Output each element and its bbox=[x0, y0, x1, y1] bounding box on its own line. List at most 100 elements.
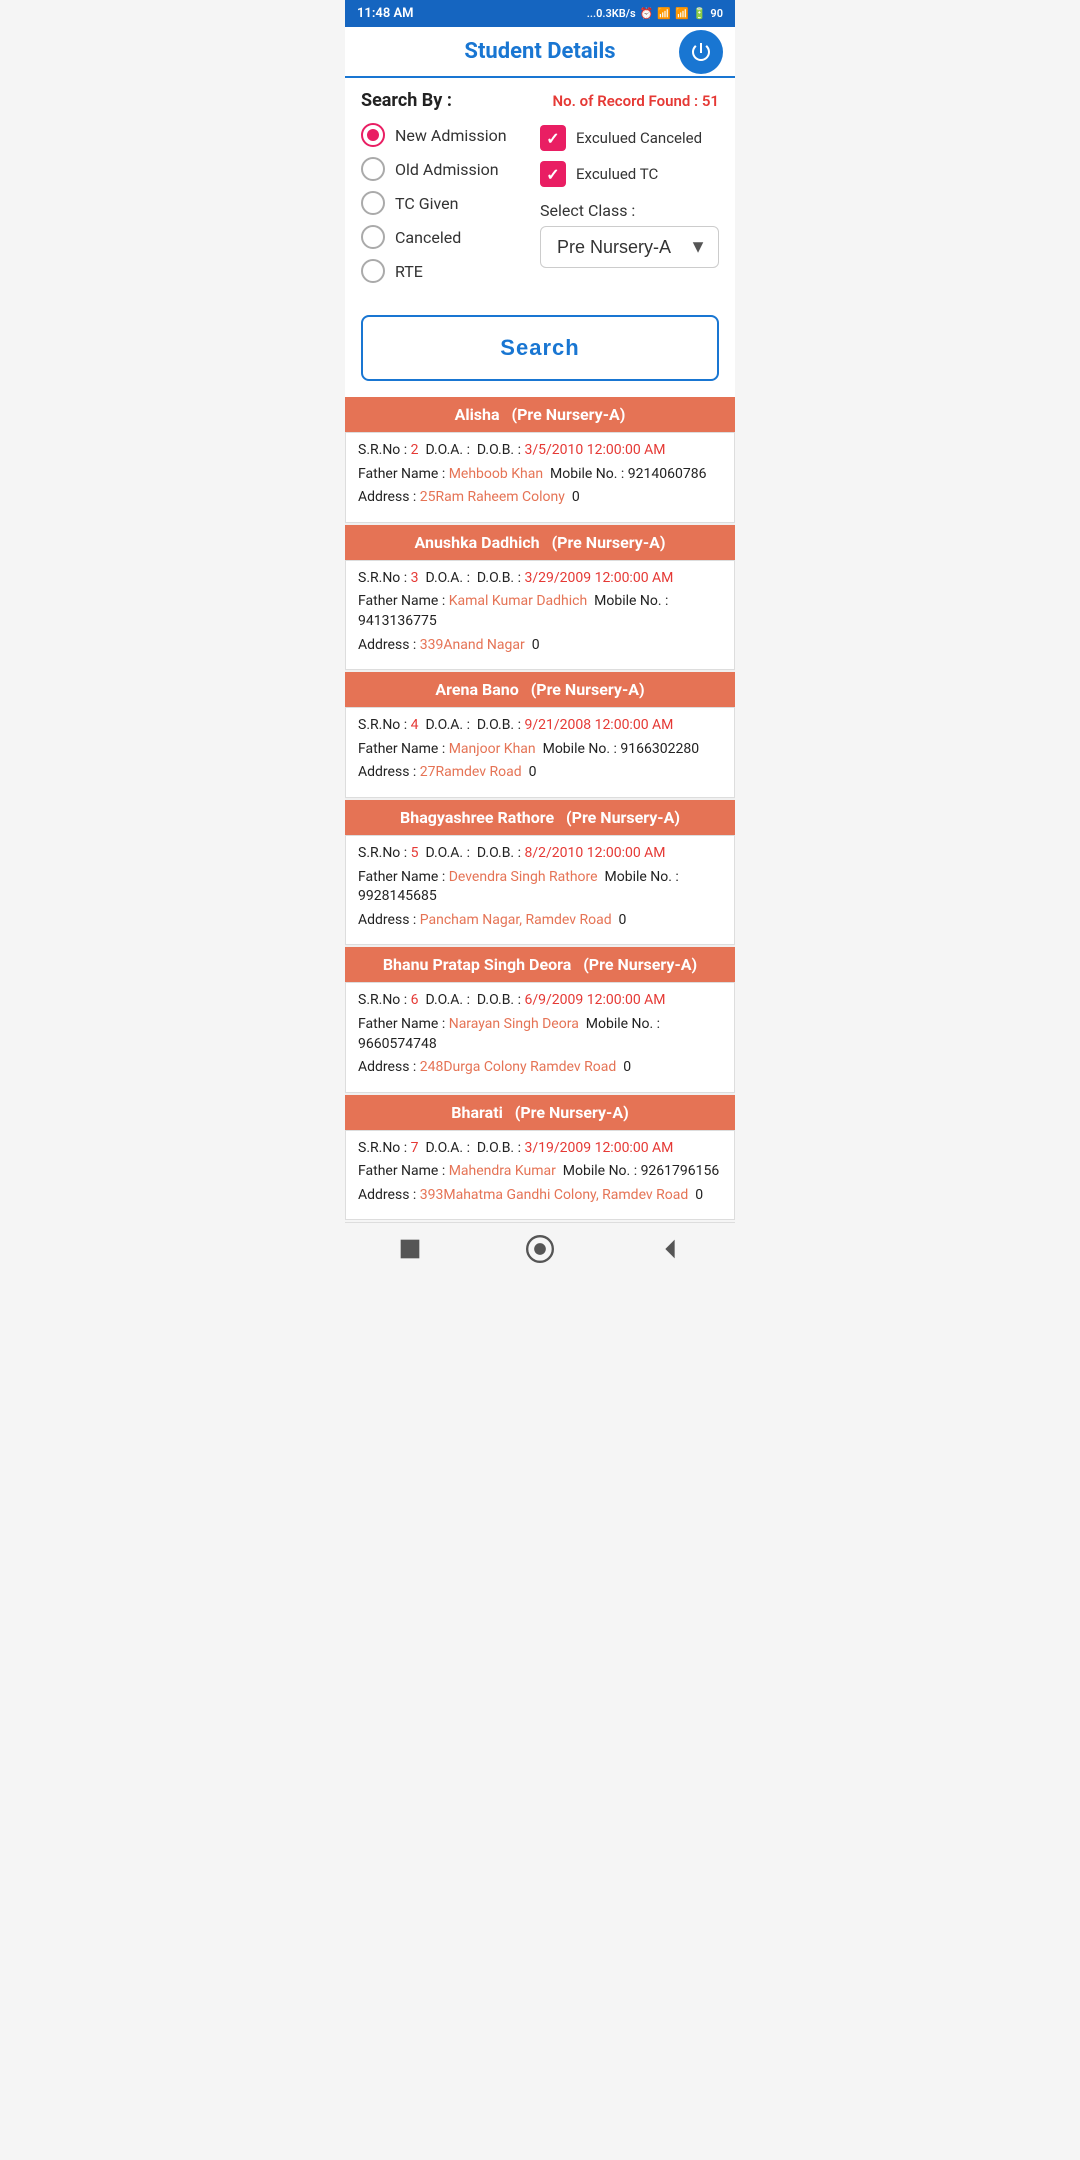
class-select-section: Select Class : Pre Nursery-APre Nursery-… bbox=[540, 201, 719, 268]
student-header: Anushka Dadhich (Pre Nursery-A) bbox=[345, 525, 735, 560]
student-header: Bhagyashree Rathore (Pre Nursery-A) bbox=[345, 800, 735, 835]
checkbox-col: ✓ Exculued Canceled ✓ Exculued TC Select… bbox=[540, 123, 719, 283]
checkmark-exculued-canceled: ✓ bbox=[546, 129, 559, 148]
class-dropdown-wrapper[interactable]: Pre Nursery-APre Nursery-BNursery-ANurse… bbox=[540, 226, 719, 268]
student-father-mobile: Father Name : Devendra Singh Rathore Mob… bbox=[358, 868, 722, 907]
student-header: Bhanu Pratap Singh Deora (Pre Nursery-A) bbox=[345, 947, 735, 982]
student-srno: 6 bbox=[411, 992, 419, 1008]
checkbox-label-exculued-tc: Exculued TC bbox=[576, 165, 658, 183]
checkbox-exculued-canceled[interactable]: ✓ Exculued Canceled bbox=[540, 125, 719, 151]
radio-options-col: New Admission Old Admission TC Given Can… bbox=[361, 123, 540, 283]
clock-icon: ⏰ bbox=[640, 7, 654, 20]
student-sr-dob: S.R.No : 4 D.O.A. : D.O.B. : 9/21/2008 1… bbox=[358, 716, 722, 736]
student-name: Arena Bano (Pre Nursery-A) bbox=[435, 680, 644, 699]
student-sr-dob: S.R.No : 3 D.O.A. : D.O.B. : 3/29/2009 1… bbox=[358, 569, 722, 589]
student-mobile: 9413136775 bbox=[358, 613, 437, 629]
student-address-value: 25Ram Raheem Colony bbox=[420, 489, 565, 505]
student-mobile: 9261796156 bbox=[641, 1163, 720, 1179]
student-body: S.R.No : 7 D.O.A. : D.O.B. : 3/19/2009 1… bbox=[345, 1130, 735, 1221]
app-header: Student Details bbox=[345, 27, 735, 78]
student-sr-dob: S.R.No : 5 D.O.A. : D.O.B. : 8/2/2010 12… bbox=[358, 844, 722, 864]
student-address-value: Pancham Nagar, Ramdev Road bbox=[420, 912, 612, 928]
student-extra: 0 bbox=[695, 1187, 703, 1203]
home-circle-icon bbox=[526, 1233, 554, 1265]
student-card: Bhanu Pratap Singh Deora (Pre Nursery-A)… bbox=[345, 947, 735, 1092]
student-extra: 0 bbox=[532, 637, 540, 653]
status-bar: 11:48 AM ...0.3KB/s ⏰ 📶 📶 🔋 90 bbox=[345, 0, 735, 27]
student-address: Address : 393Mahatma Gandhi Colony, Ramd… bbox=[358, 1186, 722, 1206]
student-sr-dob: S.R.No : 7 D.O.A. : D.O.B. : 3/19/2009 1… bbox=[358, 1139, 722, 1159]
radio-label-new-admission: New Admission bbox=[395, 126, 507, 145]
students-list: Alisha (Pre Nursery-A) S.R.No : 2 D.O.A.… bbox=[345, 397, 735, 1220]
student-dob: 3/29/2009 12:00:00 AM bbox=[524, 570, 673, 586]
power-button[interactable] bbox=[679, 30, 723, 74]
checkbox-box-exculued-tc: ✓ bbox=[540, 161, 566, 187]
student-body: S.R.No : 6 D.O.A. : D.O.B. : 6/9/2009 12… bbox=[345, 982, 735, 1092]
radio-new-admission[interactable]: New Admission bbox=[361, 123, 540, 147]
student-father-name: Kamal Kumar Dadhich bbox=[449, 593, 587, 609]
radio-old-admission[interactable]: Old Admission bbox=[361, 157, 540, 181]
student-header: Alisha (Pre Nursery-A) bbox=[345, 397, 735, 432]
student-dob: 3/19/2009 12:00:00 AM bbox=[524, 1140, 673, 1156]
radio-label-old-admission: Old Admission bbox=[395, 160, 499, 179]
student-body: S.R.No : 2 D.O.A. : D.O.B. : 3/5/2010 12… bbox=[345, 432, 735, 523]
radio-label-tc-given: TC Given bbox=[395, 194, 458, 213]
student-srno: 2 bbox=[411, 442, 419, 458]
student-address: Address : 248Durga Colony Ramdev Road 0 bbox=[358, 1058, 722, 1078]
status-time: 11:48 AM bbox=[357, 6, 414, 21]
student-address-value: 248Durga Colony Ramdev Road bbox=[420, 1059, 617, 1075]
battery-icon: 🔋 bbox=[693, 7, 707, 20]
student-extra: 0 bbox=[619, 912, 627, 928]
radio-rte[interactable]: RTE bbox=[361, 259, 540, 283]
student-mobile: 9928145685 bbox=[358, 888, 437, 904]
student-srno: 5 bbox=[411, 845, 419, 861]
student-name: Bhanu Pratap Singh Deora (Pre Nursery-A) bbox=[383, 955, 697, 974]
student-address-value: 393Mahatma Gandhi Colony, Ramdev Road bbox=[420, 1187, 689, 1203]
radio-circle-rte bbox=[361, 259, 385, 283]
student-srno: 4 bbox=[411, 717, 419, 733]
signal-icon: 📶 bbox=[657, 7, 671, 20]
options-grid: New Admission Old Admission TC Given Can… bbox=[361, 123, 719, 283]
student-father-mobile: Father Name : Narayan Singh Deora Mobile… bbox=[358, 1015, 722, 1054]
student-dob: 6/9/2009 12:00:00 AM bbox=[524, 992, 665, 1008]
student-name: Alisha (Pre Nursery-A) bbox=[455, 405, 626, 424]
student-extra: 0 bbox=[572, 489, 580, 505]
class-select-dropdown[interactable]: Pre Nursery-APre Nursery-BNursery-ANurse… bbox=[540, 226, 719, 268]
search-button[interactable]: Search bbox=[361, 315, 719, 381]
page-title: Student Details bbox=[464, 39, 615, 64]
radio-tc-given[interactable]: TC Given bbox=[361, 191, 540, 215]
student-father-mobile: Father Name : Mahendra Kumar Mobile No. … bbox=[358, 1162, 722, 1182]
student-dob: 3/5/2010 12:00:00 AM bbox=[524, 442, 665, 458]
network-speed: ...0.3KB/s bbox=[587, 7, 636, 20]
student-father-name: Devendra Singh Rathore bbox=[449, 869, 598, 885]
checkbox-label-exculued-canceled: Exculued Canceled bbox=[576, 129, 702, 147]
student-sr-dob: S.R.No : 6 D.O.A. : D.O.B. : 6/9/2009 12… bbox=[358, 991, 722, 1011]
student-mobile: 9660574748 bbox=[358, 1036, 437, 1052]
student-body: S.R.No : 4 D.O.A. : D.O.B. : 9/21/2008 1… bbox=[345, 707, 735, 798]
student-address: Address : 339Anand Nagar 0 bbox=[358, 636, 722, 656]
student-header: Bharati (Pre Nursery-A) bbox=[345, 1095, 735, 1130]
stop-button[interactable] bbox=[396, 1235, 424, 1263]
student-body: S.R.No : 3 D.O.A. : D.O.B. : 3/29/2009 1… bbox=[345, 560, 735, 670]
radio-canceled[interactable]: Canceled bbox=[361, 225, 540, 249]
wifi-icon: 📶 bbox=[675, 7, 689, 20]
student-father-mobile: Father Name : Kamal Kumar Dadhich Mobile… bbox=[358, 592, 722, 631]
radio-circle-new-admission bbox=[361, 123, 385, 147]
student-address: Address : 27Ramdev Road 0 bbox=[358, 763, 722, 783]
student-father-name: Manjoor Khan bbox=[449, 741, 536, 757]
radio-circle-old-admission bbox=[361, 157, 385, 181]
student-name: Bharati (Pre Nursery-A) bbox=[451, 1103, 628, 1122]
student-card: Alisha (Pre Nursery-A) S.R.No : 2 D.O.A.… bbox=[345, 397, 735, 523]
checkbox-exculued-tc[interactable]: ✓ Exculued TC bbox=[540, 161, 719, 187]
student-father-name: Mahendra Kumar bbox=[449, 1163, 556, 1179]
student-name: Bhagyashree Rathore (Pre Nursery-A) bbox=[400, 808, 680, 827]
radio-label-rte: RTE bbox=[395, 262, 423, 281]
student-extra: 0 bbox=[529, 764, 537, 780]
home-button[interactable] bbox=[526, 1235, 554, 1263]
back-button[interactable] bbox=[656, 1235, 684, 1263]
student-name: Anushka Dadhich (Pre Nursery-A) bbox=[414, 533, 665, 552]
student-mobile: 9166302280 bbox=[620, 741, 699, 757]
power-icon bbox=[689, 40, 713, 64]
student-card: Anushka Dadhich (Pre Nursery-A) S.R.No :… bbox=[345, 525, 735, 670]
checkmark-exculued-tc: ✓ bbox=[546, 165, 559, 184]
